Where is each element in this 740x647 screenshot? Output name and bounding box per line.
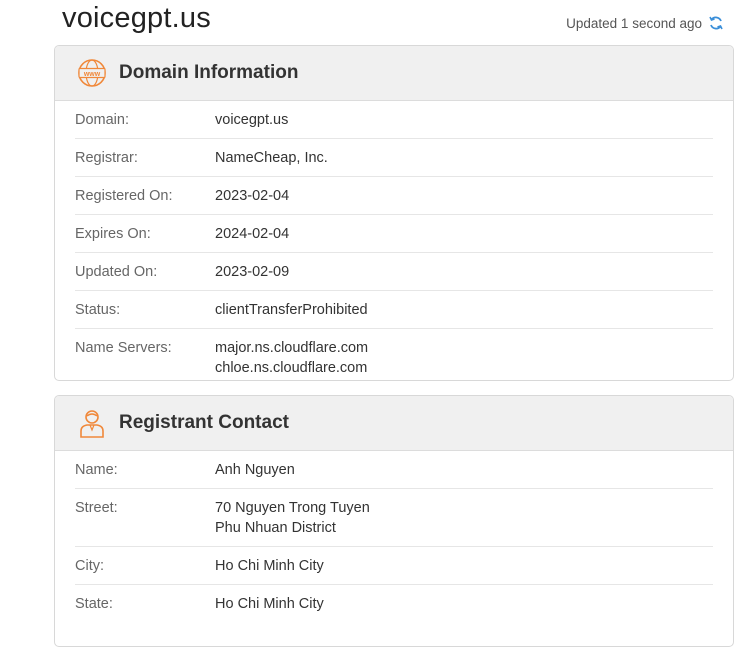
info-row: Updated On: 2023-02-09: [75, 253, 713, 291]
row-value-line: 2023-02-04: [215, 188, 290, 204]
registrant-rows: Name: Anh Nguyen Street: 70 Nguyen Trong Tu…: [55, 451, 733, 622]
row-value-line: Anh Nguyen: [215, 462, 295, 478]
domain-information-header: www Domain Information: [55, 46, 733, 101]
row-label: Expires On:: [75, 226, 151, 242]
row-value: voicegpt.us: [215, 110, 288, 130]
domain-info-rows: Domain: voicegpt.us Registrar: NameCheap, I…: [55, 101, 733, 380]
updated-text: Updated 1 second ago: [566, 15, 702, 31]
row-label: Registered On:: [75, 188, 173, 204]
info-row: Name Servers: major.ns.cloudflare.com chlo…: [75, 329, 713, 380]
info-row: Street: 70 Nguyen Trong Tuyen Phu Nhuan Di…: [75, 489, 713, 547]
row-value: Ho Chi Minh City: [215, 556, 324, 576]
info-row: City: Ho Chi Minh City: [75, 547, 713, 585]
row-value: 2023-02-04: [215, 186, 289, 206]
row-value-line: Ho Chi Minh City: [215, 558, 324, 574]
row-label: Name Servers:: [75, 340, 172, 356]
info-row: Status: clientTransferProhibited: [75, 291, 713, 329]
row-value-line: major.ns.cloudflare.com: [215, 340, 369, 356]
row-label: Name:: [75, 462, 118, 478]
row-value-line: chloe.ns.cloudflare.com: [215, 360, 368, 376]
row-value-line: NameCheap, Inc.: [215, 150, 328, 166]
info-row: Expires On: 2024-02-04: [75, 215, 713, 253]
row-value-line: clientTransferProhibited: [215, 302, 368, 318]
row-value: Ho Chi Minh City: [215, 594, 324, 614]
domain-information-card: www Domain Information Domain: voicegpt.u…: [54, 45, 734, 381]
info-row: Name: Anh Nguyen: [75, 451, 713, 489]
row-value-line: 70 Nguyen Trong Tuyen: [215, 500, 370, 516]
updated-status: Updated 1 second ago: [566, 15, 724, 31]
refresh-icon[interactable]: [708, 15, 724, 31]
person-icon: [77, 408, 107, 438]
row-label: Status:: [75, 302, 121, 318]
row-label: State:: [75, 596, 113, 612]
row-value-line: 2023-02-09: [215, 264, 290, 280]
row-label: Registrar:: [75, 150, 138, 166]
info-row: Registrar: NameCheap, Inc.: [75, 139, 713, 177]
svg-text:www: www: [83, 71, 101, 78]
row-value-line: Ho Chi Minh City: [215, 596, 324, 612]
registrant-contact-card: Registrant Contact Name: Anh Nguyen Street…: [54, 395, 734, 647]
row-value-line: Phu Nhuan District: [215, 520, 336, 536]
row-label: Updated On:: [75, 264, 158, 280]
row-label: Domain:: [75, 112, 129, 128]
row-value: 2023-02-09: [215, 262, 289, 282]
row-value: NameCheap, Inc.: [215, 148, 328, 168]
row-label: Street:: [75, 500, 118, 516]
row-value: Anh Nguyen: [215, 460, 295, 480]
row-value-line: 2024-02-04: [215, 226, 290, 242]
card-title: Domain Information: [119, 62, 299, 83]
info-row: Registered On: 2023-02-04: [75, 177, 713, 215]
row-value: clientTransferProhibited: [215, 300, 368, 320]
card-title: Registrant Contact: [119, 412, 289, 433]
page-title: voicegpt.us: [62, 2, 211, 34]
row-value-line: voicegpt.us: [215, 112, 289, 128]
www-globe-icon: www: [77, 58, 107, 88]
info-row: State: Ho Chi Minh City: [75, 585, 713, 622]
info-row: Domain: voicegpt.us: [75, 101, 713, 139]
row-label: City:: [75, 558, 104, 574]
row-value: 70 Nguyen Trong Tuyen Phu Nhuan District: [215, 498, 370, 538]
row-value: 2024-02-04: [215, 224, 289, 244]
row-value: major.ns.cloudflare.com chloe.ns.cloudfla…: [215, 338, 368, 378]
registrant-contact-header: Registrant Contact: [55, 396, 733, 451]
